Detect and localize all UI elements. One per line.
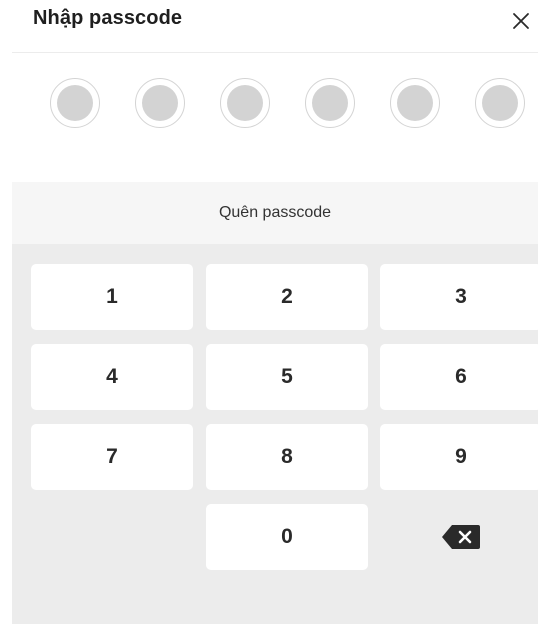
forgot-passcode-label: Quên passcode [218, 204, 332, 221]
backspace-icon [442, 525, 480, 549]
backspace-button[interactable] [380, 504, 542, 570]
passcode-dot [305, 78, 355, 128]
passcode-dot [475, 78, 525, 128]
key-3[interactable]: 3 [380, 264, 542, 330]
passcode-dot [390, 78, 440, 128]
close-icon [513, 13, 529, 29]
passcode-indicator [0, 78, 550, 134]
key-0[interactable]: 0 [206, 504, 368, 570]
key-4[interactable]: 4 [31, 344, 193, 410]
key-7[interactable]: 7 [31, 424, 193, 490]
numeric-keypad: 1 2 3 4 5 6 7 8 9 0 [12, 244, 542, 624]
key-6[interactable]: 6 [380, 344, 542, 410]
header-divider [12, 52, 538, 53]
key-1[interactable]: 1 [31, 264, 193, 330]
key-9[interactable]: 9 [380, 424, 542, 490]
key-8[interactable]: 8 [206, 424, 368, 490]
key-5[interactable]: 5 [206, 344, 368, 410]
passcode-dot [135, 78, 185, 128]
key-empty [31, 504, 193, 570]
header: Nhập passcode [0, 0, 550, 52]
page-title: Nhập passcode [33, 7, 183, 29]
forgot-passcode-link[interactable]: Quên passcode [12, 182, 538, 244]
passcode-dot [50, 78, 100, 128]
close-button[interactable] [506, 6, 536, 36]
passcode-dot [220, 78, 270, 128]
key-2[interactable]: 2 [206, 264, 368, 330]
